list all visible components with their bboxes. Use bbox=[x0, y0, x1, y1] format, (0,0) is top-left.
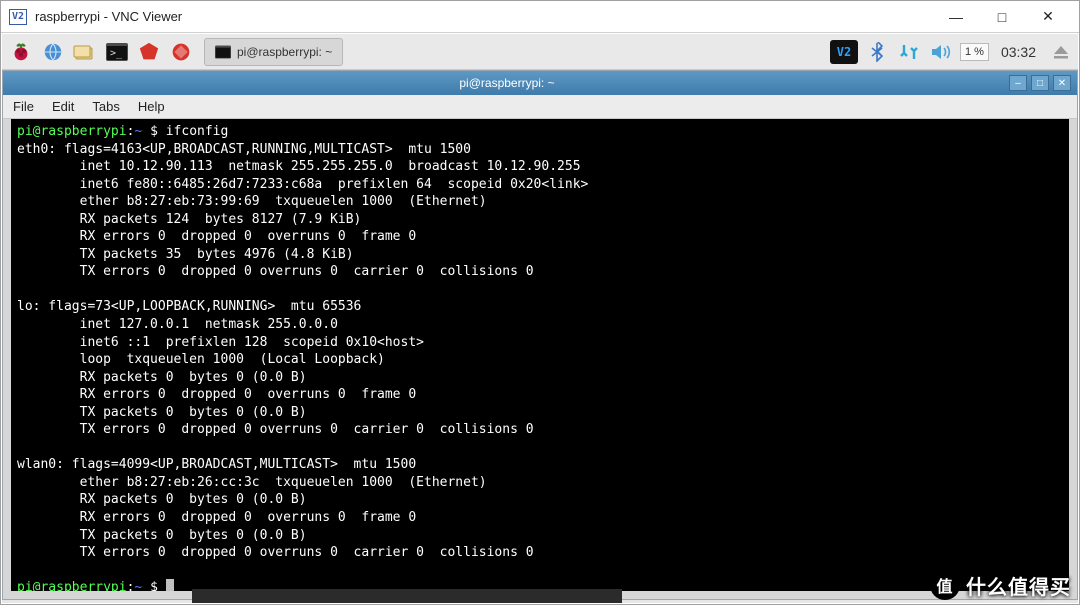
minimize-button[interactable]: — bbox=[933, 2, 979, 32]
menu-file[interactable]: File bbox=[13, 99, 34, 114]
cpu-usage-indicator[interactable]: 1 % bbox=[960, 43, 989, 61]
terminal-close-button[interactable]: ✕ bbox=[1053, 75, 1071, 91]
vnc-server-tray-icon[interactable]: V2 bbox=[830, 40, 858, 64]
file-manager-icon[interactable] bbox=[70, 37, 100, 67]
mathematica-icon[interactable] bbox=[134, 37, 164, 67]
bluetooth-icon[interactable] bbox=[864, 37, 890, 67]
eject-icon[interactable] bbox=[1048, 37, 1074, 67]
terminal-menubar: File Edit Tabs Help bbox=[3, 95, 1077, 119]
network-icon[interactable] bbox=[896, 37, 922, 67]
terminal-minimize-button[interactable]: – bbox=[1009, 75, 1027, 91]
vnc-logo-icon: V2 bbox=[9, 9, 27, 25]
vnc-window-title: raspberrypi - VNC Viewer bbox=[35, 9, 933, 24]
background-strip bbox=[192, 589, 622, 603]
web-browser-icon[interactable] bbox=[38, 37, 68, 67]
wolfram-icon[interactable] bbox=[166, 37, 196, 67]
raspbian-desktop: >_ pi@raspberrypi: ~ V2 bbox=[2, 34, 1078, 603]
svg-text:>_: >_ bbox=[110, 48, 123, 59]
terminal-title: pi@raspberrypi: ~ bbox=[9, 76, 1005, 90]
terminal-launcher-icon[interactable]: >_ bbox=[102, 37, 132, 67]
clock[interactable]: 03:32 bbox=[995, 44, 1042, 60]
menu-edit[interactable]: Edit bbox=[52, 99, 74, 114]
vnc-viewer-window: V2 raspberrypi - VNC Viewer — □ ✕ >_ bbox=[0, 0, 1080, 605]
raspbian-taskbar: >_ pi@raspberrypi: ~ V2 bbox=[2, 34, 1078, 70]
terminal-titlebar[interactable]: pi@raspberrypi: ~ – □ ✕ bbox=[3, 71, 1077, 95]
menu-help[interactable]: Help bbox=[138, 99, 165, 114]
terminal-window: pi@raspberrypi: ~ – □ ✕ File Edit Tabs H… bbox=[2, 70, 1078, 600]
vnc-titlebar: V2 raspberrypi - VNC Viewer — □ ✕ bbox=[1, 1, 1079, 33]
watermark-badge-icon: 值 bbox=[930, 570, 960, 600]
taskbar-terminal-task[interactable]: pi@raspberrypi: ~ bbox=[204, 38, 343, 66]
taskbar-task-label: pi@raspberrypi: ~ bbox=[237, 45, 332, 59]
maximize-button[interactable]: □ bbox=[979, 2, 1025, 32]
menu-tabs[interactable]: Tabs bbox=[92, 99, 119, 114]
watermark: 值 什么值得买 bbox=[930, 570, 1071, 600]
raspberry-menu-icon[interactable] bbox=[6, 37, 36, 67]
terminal-body[interactable]: pi@raspberrypi:~ $ ifconfigeth0: flags=4… bbox=[11, 119, 1069, 591]
watermark-text: 什么值得买 bbox=[966, 571, 1071, 600]
close-button[interactable]: ✕ bbox=[1025, 2, 1071, 32]
system-tray: V2 1 % 03:32 bbox=[830, 37, 1074, 67]
terminal-maximize-button[interactable]: □ bbox=[1031, 75, 1049, 91]
volume-icon[interactable] bbox=[928, 37, 954, 67]
